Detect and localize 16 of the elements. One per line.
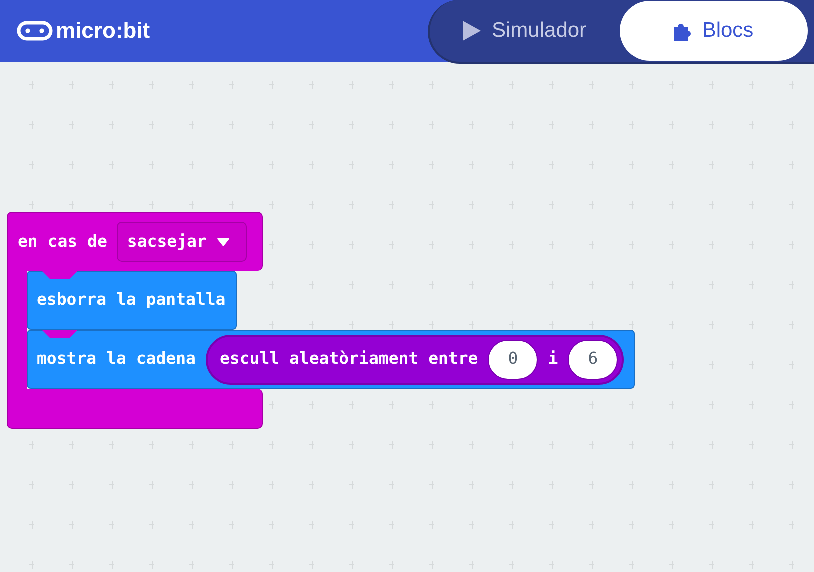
block-label: escull aleatòriament entre	[220, 348, 478, 370]
notch-icon	[42, 330, 78, 338]
dropdown[interactable]: sacsejar	[117, 222, 248, 262]
puzzle-icon	[674, 21, 692, 41]
tab[interactable]: Simulador	[460, 1, 600, 61]
logo-icon	[17, 21, 53, 41]
block-label: esborra la pantalla	[37, 289, 226, 312]
number-input[interactable]: 0	[488, 340, 538, 380]
number-input[interactable]: 6	[568, 340, 618, 380]
tab[interactable]: Blocs	[620, 1, 808, 61]
play-icon	[462, 20, 482, 42]
logo-text: micro:bit	[56, 20, 150, 42]
block-label: mostra la cadena	[37, 348, 196, 370]
block-label: en cas de	[18, 230, 108, 253]
caret-icon	[216, 238, 230, 246]
block-label: i	[548, 348, 558, 370]
